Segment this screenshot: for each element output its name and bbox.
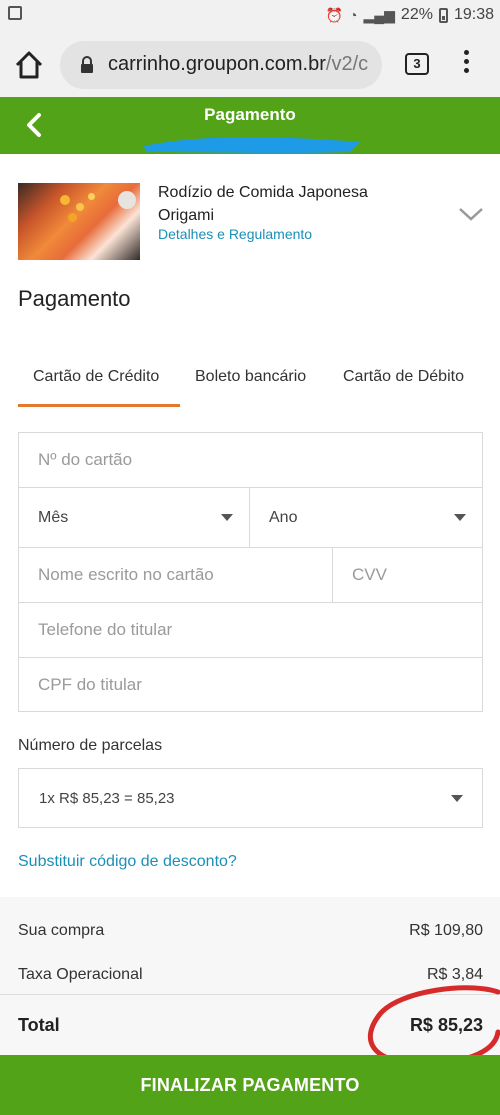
discount-code-link[interactable]: Substituir código de desconto?: [18, 853, 237, 871]
url-path: /v2/c: [325, 53, 369, 75]
card-number-placeholder: Nº do cartão: [38, 450, 133, 469]
url-host: carrinho.groupon.com.br: [108, 53, 326, 75]
dropdown-caret-icon: [221, 514, 233, 521]
status-bar: ⏰ ◔ ▂▄▆ 22% 19:38: [0, 0, 500, 32]
gallery-notification-icon: [8, 6, 22, 20]
alarm-icon: ⏰: [325, 6, 343, 23]
active-tab-indicator: [18, 404, 180, 407]
battery-icon: [438, 7, 448, 23]
fee-label: Taxa Operacional: [18, 966, 143, 983]
payment-section-title: Pagamento: [18, 286, 131, 311]
battery-percent: 22%: [400, 6, 433, 23]
wifi-icon: ◔: [349, 7, 358, 23]
browser-toolbar: carrinho.groupon.com.br/v2/c 3: [0, 32, 500, 97]
cpf-placeholder: CPF do titular: [38, 674, 142, 694]
card-number-field[interactable]: Nº do cartão: [19, 433, 482, 488]
finish-payment-button[interactable]: FINALIZAR PAGAMENTO: [0, 1055, 500, 1115]
tab-boleto[interactable]: Boleto bancário: [195, 368, 306, 386]
purchase-value: R$ 109,80: [409, 922, 483, 939]
url-text[interactable]: carrinho.groupon.com.br/v2/c: [108, 53, 380, 76]
tab-switcher-button[interactable]: 3: [405, 53, 429, 75]
year-select[interactable]: Ano: [250, 488, 482, 548]
cvv-placeholder: CVV: [352, 565, 387, 584]
address-bar[interactable]: carrinho.groupon.com.br/v2/c: [60, 41, 382, 89]
purchase-label: Sua compra: [18, 922, 105, 939]
installments-value: 1x R$ 85,23 = 85,23: [39, 789, 175, 807]
cpf-field[interactable]: CPF do titular: [19, 658, 482, 711]
month-select[interactable]: Mês: [19, 488, 250, 548]
summary-row-fee: Taxa Operacional R$ 3,84: [18, 966, 483, 984]
clock: 19:38: [453, 6, 494, 23]
credit-card-form: Nº do cartão Mês Ano Nome escrito no car…: [18, 432, 483, 712]
summary-row-purchase: Sua compra R$ 109,80: [18, 922, 483, 940]
blue-annotation-mark: [144, 137, 360, 153]
overflow-menu-icon[interactable]: [460, 50, 472, 78]
installments-label: Número de parcelas: [18, 737, 163, 754]
phone-field[interactable]: Telefone do titular: [19, 603, 482, 658]
total-label: Total: [18, 1015, 60, 1035]
dropdown-caret-icon: [454, 514, 466, 521]
month-select-label: Mês: [38, 508, 69, 526]
chevron-down-icon[interactable]: [458, 206, 484, 222]
product-title: Rodízio de Comida Japonesa Origami: [158, 184, 368, 224]
page-title: Pagamento: [204, 105, 296, 124]
tab-debit-card[interactable]: Cartão de Débito: [343, 368, 464, 386]
fee-value: R$ 3,84: [426, 966, 483, 983]
dropdown-caret-icon: [451, 795, 463, 802]
signal-icon: ▂▄▆: [363, 6, 395, 23]
lock-icon: [81, 56, 93, 73]
tab-credit-card[interactable]: Cartão de Crédito: [33, 368, 159, 386]
installments-select[interactable]: 1x R$ 85,23 = 85,23: [18, 768, 483, 828]
status-indicators: ⏰ ◔ ▂▄▆ 22% 19:38: [326, 6, 494, 24]
cvv-field[interactable]: CVV: [333, 548, 482, 603]
details-link[interactable]: Detalhes e Regulamento: [158, 226, 312, 242]
year-select-label: Ano: [269, 508, 298, 526]
cardholder-name-field[interactable]: Nome escrito no cartão: [19, 548, 333, 603]
cardholder-name-placeholder: Nome escrito no cartão: [38, 565, 214, 584]
product-image: [18, 183, 140, 260]
home-icon[interactable]: [12, 48, 46, 82]
phone-placeholder: Telefone do titular: [38, 620, 173, 639]
